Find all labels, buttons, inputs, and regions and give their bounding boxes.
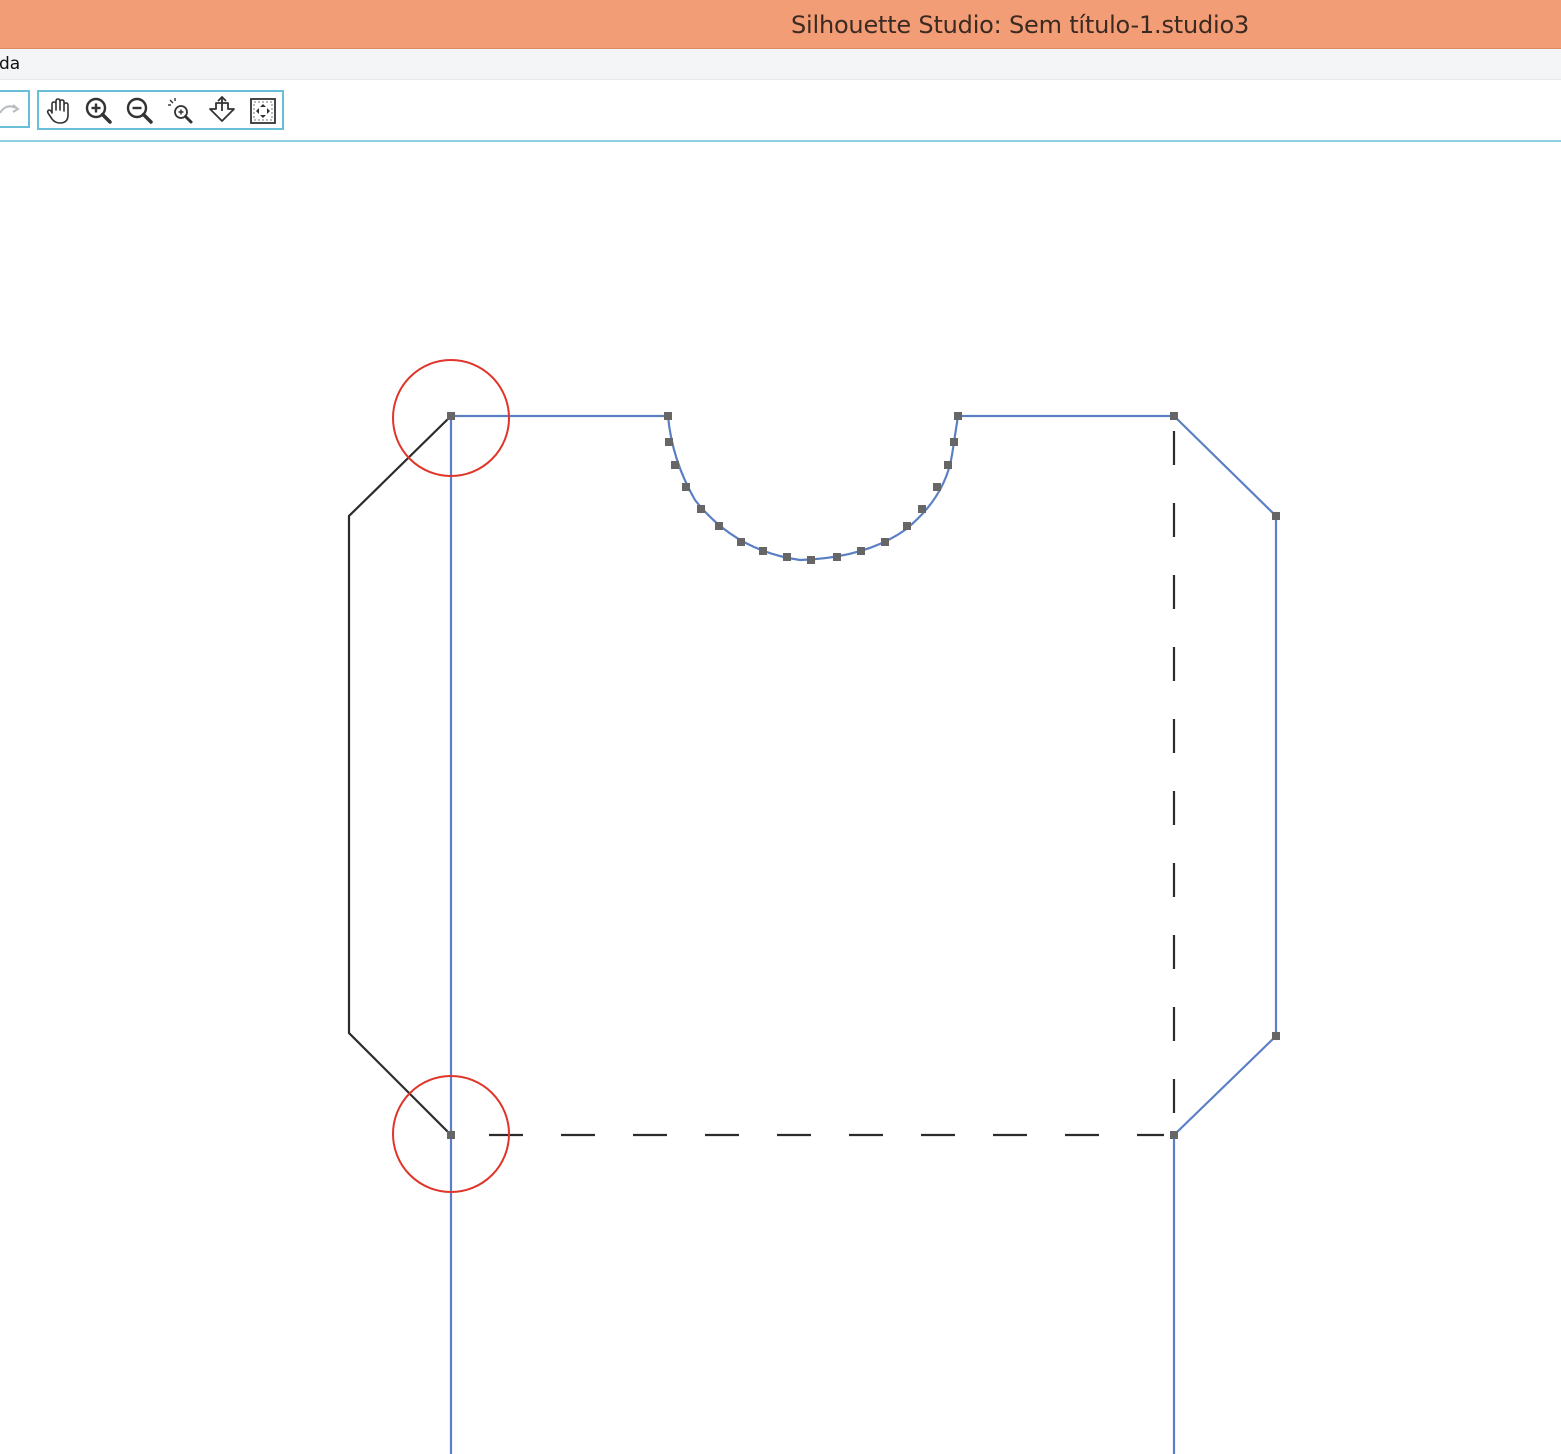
zoom-out-button[interactable] xyxy=(124,95,156,127)
toolbar xyxy=(0,80,1561,142)
right-flap-cut-line xyxy=(1173,415,1278,1136)
zoom-in-icon xyxy=(85,97,112,124)
node xyxy=(783,553,791,561)
node xyxy=(447,412,455,420)
zoom-select-button[interactable] xyxy=(165,95,197,127)
design-drawing xyxy=(347,359,1280,1454)
cut-lines xyxy=(449,414,1278,1454)
glue-flap-outline xyxy=(347,415,452,1136)
node xyxy=(950,438,958,446)
node xyxy=(682,483,690,491)
node xyxy=(447,1131,455,1139)
node xyxy=(715,522,723,530)
pan-hand-icon xyxy=(46,98,69,124)
node xyxy=(1170,412,1178,420)
redo-button[interactable] xyxy=(0,93,28,125)
edit-nodes xyxy=(447,412,1280,1139)
node xyxy=(1272,1032,1280,1040)
node xyxy=(933,483,941,491)
zoom-out-icon xyxy=(126,97,153,124)
title-bar: Silhouette Studio: Sem título-1.studio3 xyxy=(0,0,1561,49)
node xyxy=(807,556,815,564)
node xyxy=(664,412,672,420)
node xyxy=(954,412,962,420)
design-canvas[interactable] xyxy=(0,142,1561,1454)
node xyxy=(759,547,767,555)
node xyxy=(857,547,865,555)
node xyxy=(697,505,705,513)
zoom-select-icon xyxy=(168,98,193,124)
node xyxy=(944,461,952,469)
fit-to-page-button[interactable] xyxy=(247,95,279,127)
window-title: Silhouette Studio: Sem título-1.studio3 xyxy=(790,11,1250,39)
node xyxy=(665,438,673,446)
menu-item-help[interactable]: da xyxy=(0,54,20,74)
pan-button[interactable] xyxy=(43,95,75,127)
drag-zoom-icon xyxy=(209,95,235,122)
thumb-notch-arc xyxy=(666,415,960,562)
menu-bar: da xyxy=(0,49,1561,80)
fold-lines xyxy=(489,431,1176,1137)
node xyxy=(903,522,911,530)
node xyxy=(833,553,841,561)
node xyxy=(737,538,745,546)
node xyxy=(918,505,926,513)
undo-redo-group xyxy=(0,90,30,128)
node xyxy=(1272,512,1280,520)
drag-zoom-button[interactable] xyxy=(206,95,238,127)
redo-icon xyxy=(0,104,20,114)
node xyxy=(1170,1131,1178,1139)
view-tools-group xyxy=(37,90,284,130)
zoom-in-button[interactable] xyxy=(83,95,115,127)
node xyxy=(671,461,679,469)
node xyxy=(881,538,889,546)
fit-to-page-icon xyxy=(250,98,276,124)
